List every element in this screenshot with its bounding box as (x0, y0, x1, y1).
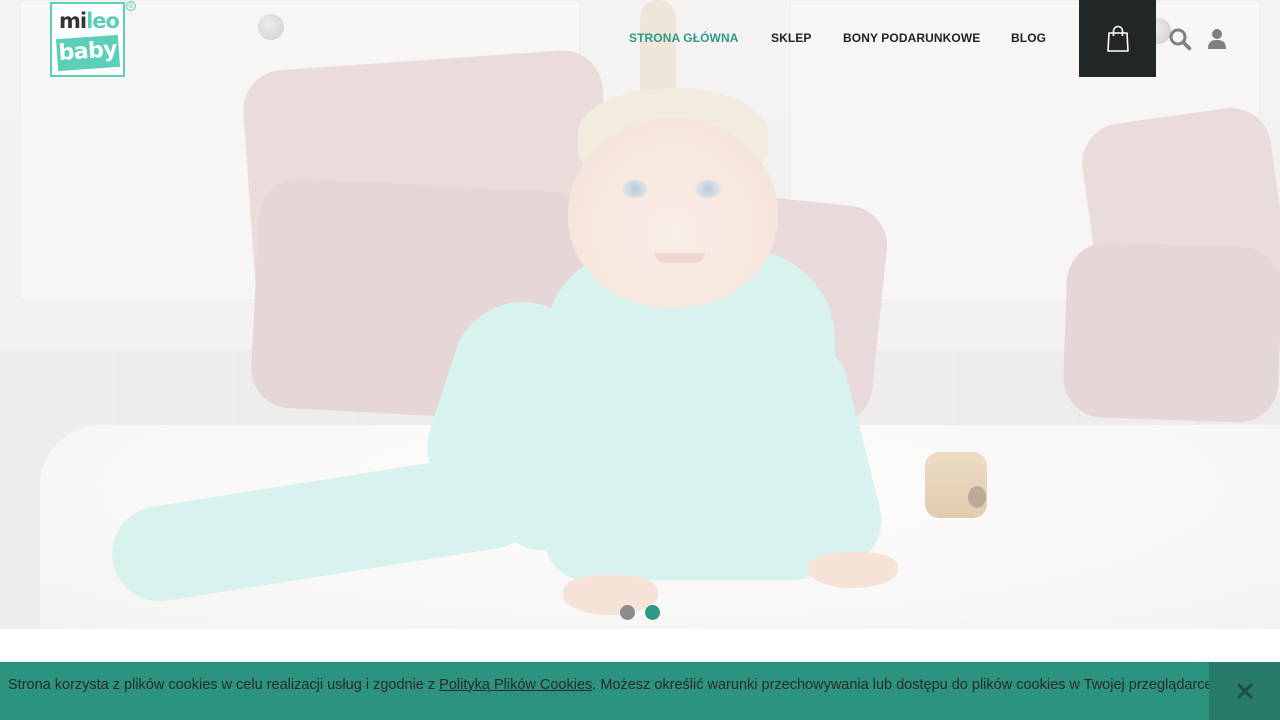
slider-dot-2[interactable] (645, 605, 660, 620)
cookie-close-button[interactable] (1209, 662, 1280, 720)
cookie-consent-bar: Strona korzysta z plików cookies w celu … (0, 662, 1280, 720)
nav-item-shop[interactable]: SKLEP (771, 31, 812, 45)
nav-item-blog[interactable]: BLOG (1011, 31, 1046, 45)
cookie-message: Strona korzysta z plików cookies w celu … (8, 677, 1213, 693)
registered-mark: ® (126, 1, 136, 11)
hero-slider (0, 0, 1280, 629)
logo-wordmark: mileo (59, 9, 120, 33)
close-icon (1236, 683, 1253, 699)
search-icon (1169, 28, 1192, 51)
user-icon (1208, 29, 1226, 49)
cookie-policy-link[interactable]: Polityką Plików Cookies (439, 677, 592, 693)
account-button[interactable] (1204, 26, 1230, 52)
shopping-bag-icon (1106, 25, 1129, 52)
hero-overlay (0, 0, 1280, 629)
slider-dot-1[interactable] (620, 605, 635, 620)
nav-item-gift-vouchers[interactable]: BONY PODARUNKOWE (843, 31, 980, 45)
slider-dots (620, 605, 660, 620)
nav-item-home[interactable]: STRONA GŁÓWNA (629, 31, 739, 45)
search-button[interactable] (1167, 26, 1193, 52)
cart-button[interactable] (1079, 0, 1156, 77)
site-header: mileo baby ® STRONA GŁÓWNA SKLEP BONY PO… (0, 0, 1280, 77)
page: mileo baby ® STRONA GŁÓWNA SKLEP BONY PO… (0, 0, 1280, 720)
